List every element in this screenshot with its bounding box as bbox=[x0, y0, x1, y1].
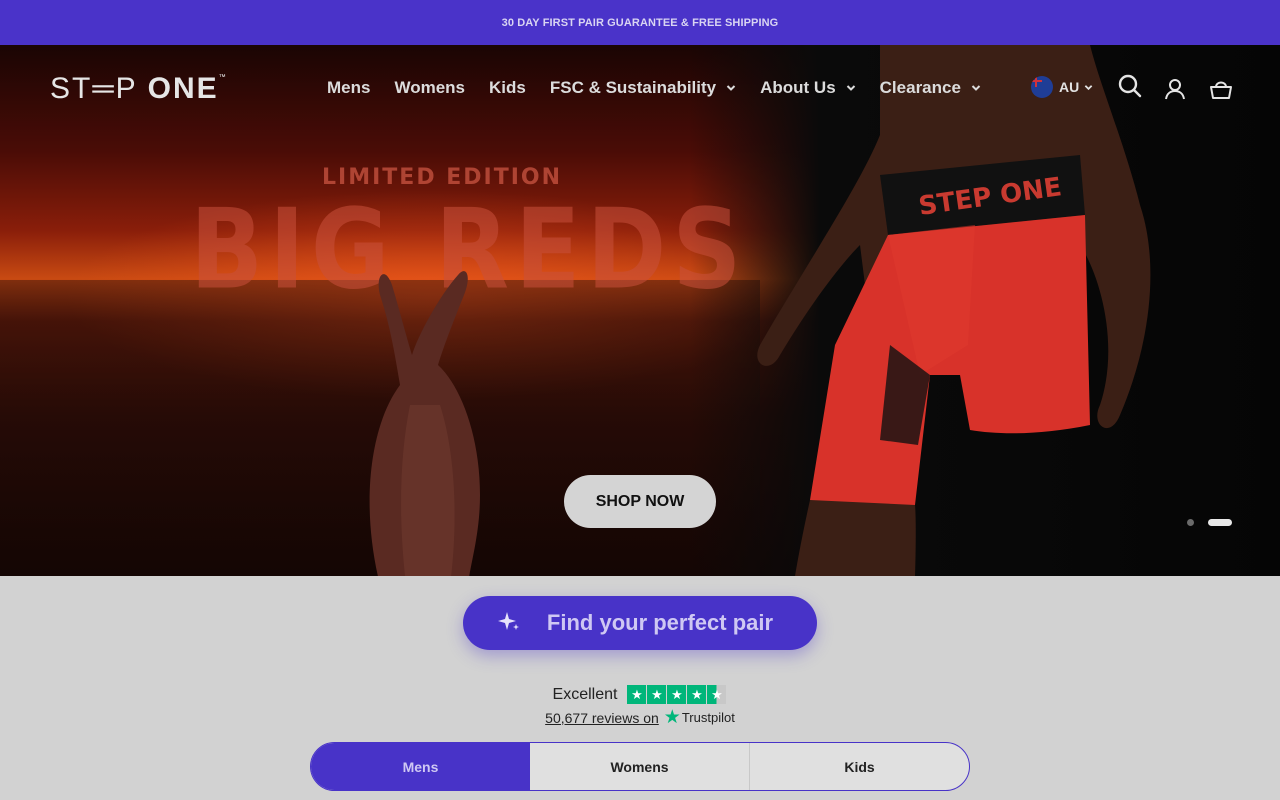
half-star-icon: ★ bbox=[707, 685, 727, 704]
sparkle-icon bbox=[498, 612, 519, 630]
account-icon[interactable] bbox=[1162, 76, 1188, 102]
nav-item-about-us[interactable]: About Us bbox=[760, 78, 856, 98]
finder-label: Find your perfect pair bbox=[546, 610, 774, 635]
tab-kids[interactable]: Kids bbox=[750, 743, 969, 790]
trustpilot-rating-word: Excellent bbox=[552, 685, 618, 703]
trustpilot-widget: Excellent ★ ★ ★ ★ ★ 50,677 reviews on ★ … bbox=[0, 685, 1280, 727]
cart-icon[interactable] bbox=[1208, 76, 1234, 102]
trustpilot-brand: Trustpilot bbox=[681, 710, 735, 725]
nav-item-label: About Us bbox=[760, 78, 836, 97]
carousel-dot-1[interactable] bbox=[1187, 519, 1194, 526]
logo-trademark: ™ bbox=[218, 74, 228, 81]
search-icon[interactable] bbox=[1117, 73, 1143, 99]
chevron-down-icon bbox=[1084, 84, 1093, 90]
main-nav: Mens Womens Kids FSC & Sustainability Ab… bbox=[327, 78, 1005, 98]
step-one-logo[interactable]: ST═P ONE ™ bbox=[50, 72, 228, 106]
nav-item-kids[interactable]: Kids bbox=[489, 78, 526, 98]
nav-item-label: FSC & Sustainability bbox=[549, 78, 717, 97]
star-icon: ★ bbox=[647, 685, 667, 704]
logo-text-one: ONE bbox=[147, 72, 219, 105]
nav-item-womens[interactable]: Womens bbox=[394, 78, 465, 98]
chevron-down-icon bbox=[971, 85, 981, 91]
category-tabs: Mens Womens Kids bbox=[310, 742, 970, 791]
chevron-down-icon bbox=[846, 85, 855, 91]
nav-item-clearance[interactable]: Clearance bbox=[880, 78, 981, 98]
star-icon: ★ bbox=[667, 685, 687, 704]
nav-item-fsc-sustainability[interactable]: FSC & Sustainability bbox=[550, 78, 736, 98]
trustpilot-reviews-link[interactable]: 50,677 reviews on bbox=[545, 710, 659, 726]
trustpilot-logo[interactable]: ★ Trustpilot bbox=[664, 708, 735, 727]
announcement-text: 30 DAY FIRST PAIR GUARANTEE & FREE SHIPP… bbox=[501, 16, 779, 29]
carousel-pagination bbox=[1187, 519, 1232, 526]
chevron-down-icon bbox=[726, 85, 736, 91]
tab-mens[interactable]: Mens bbox=[311, 743, 530, 790]
find-your-perfect-pair-button[interactable]: Find your perfect pair bbox=[463, 596, 817, 650]
tab-womens[interactable]: Womens bbox=[530, 743, 750, 790]
site-header: ST═P ONE ™ Mens Womens Kids FSC & Sustai… bbox=[0, 45, 1280, 131]
nav-item-label: Clearance bbox=[879, 78, 961, 97]
trustpilot-star-icon: ★ bbox=[663, 707, 681, 728]
australia-flag-icon bbox=[1031, 76, 1053, 98]
carousel-dot-2[interactable] bbox=[1208, 519, 1232, 526]
nav-item-label: Mens bbox=[327, 78, 371, 97]
nav-item-label: Womens bbox=[394, 78, 466, 97]
locale-selector[interactable]: AU bbox=[1031, 76, 1093, 98]
star-icon: ★ bbox=[687, 685, 707, 704]
star-icon: ★ bbox=[627, 685, 647, 704]
logo-text-step: ST═P bbox=[50, 72, 138, 105]
nav-item-mens[interactable]: Mens bbox=[327, 78, 370, 98]
shop-now-button[interactable]: SHOP NOW bbox=[564, 475, 716, 528]
announcement-bar: 30 DAY FIRST PAIR GUARANTEE & FREE SHIPP… bbox=[0, 0, 1280, 45]
nav-item-label: Kids bbox=[489, 78, 526, 97]
trustpilot-stars: ★ ★ ★ ★ ★ bbox=[627, 685, 727, 704]
locale-code: AU bbox=[1059, 79, 1080, 95]
kangaroo-illustration bbox=[369, 271, 480, 576]
